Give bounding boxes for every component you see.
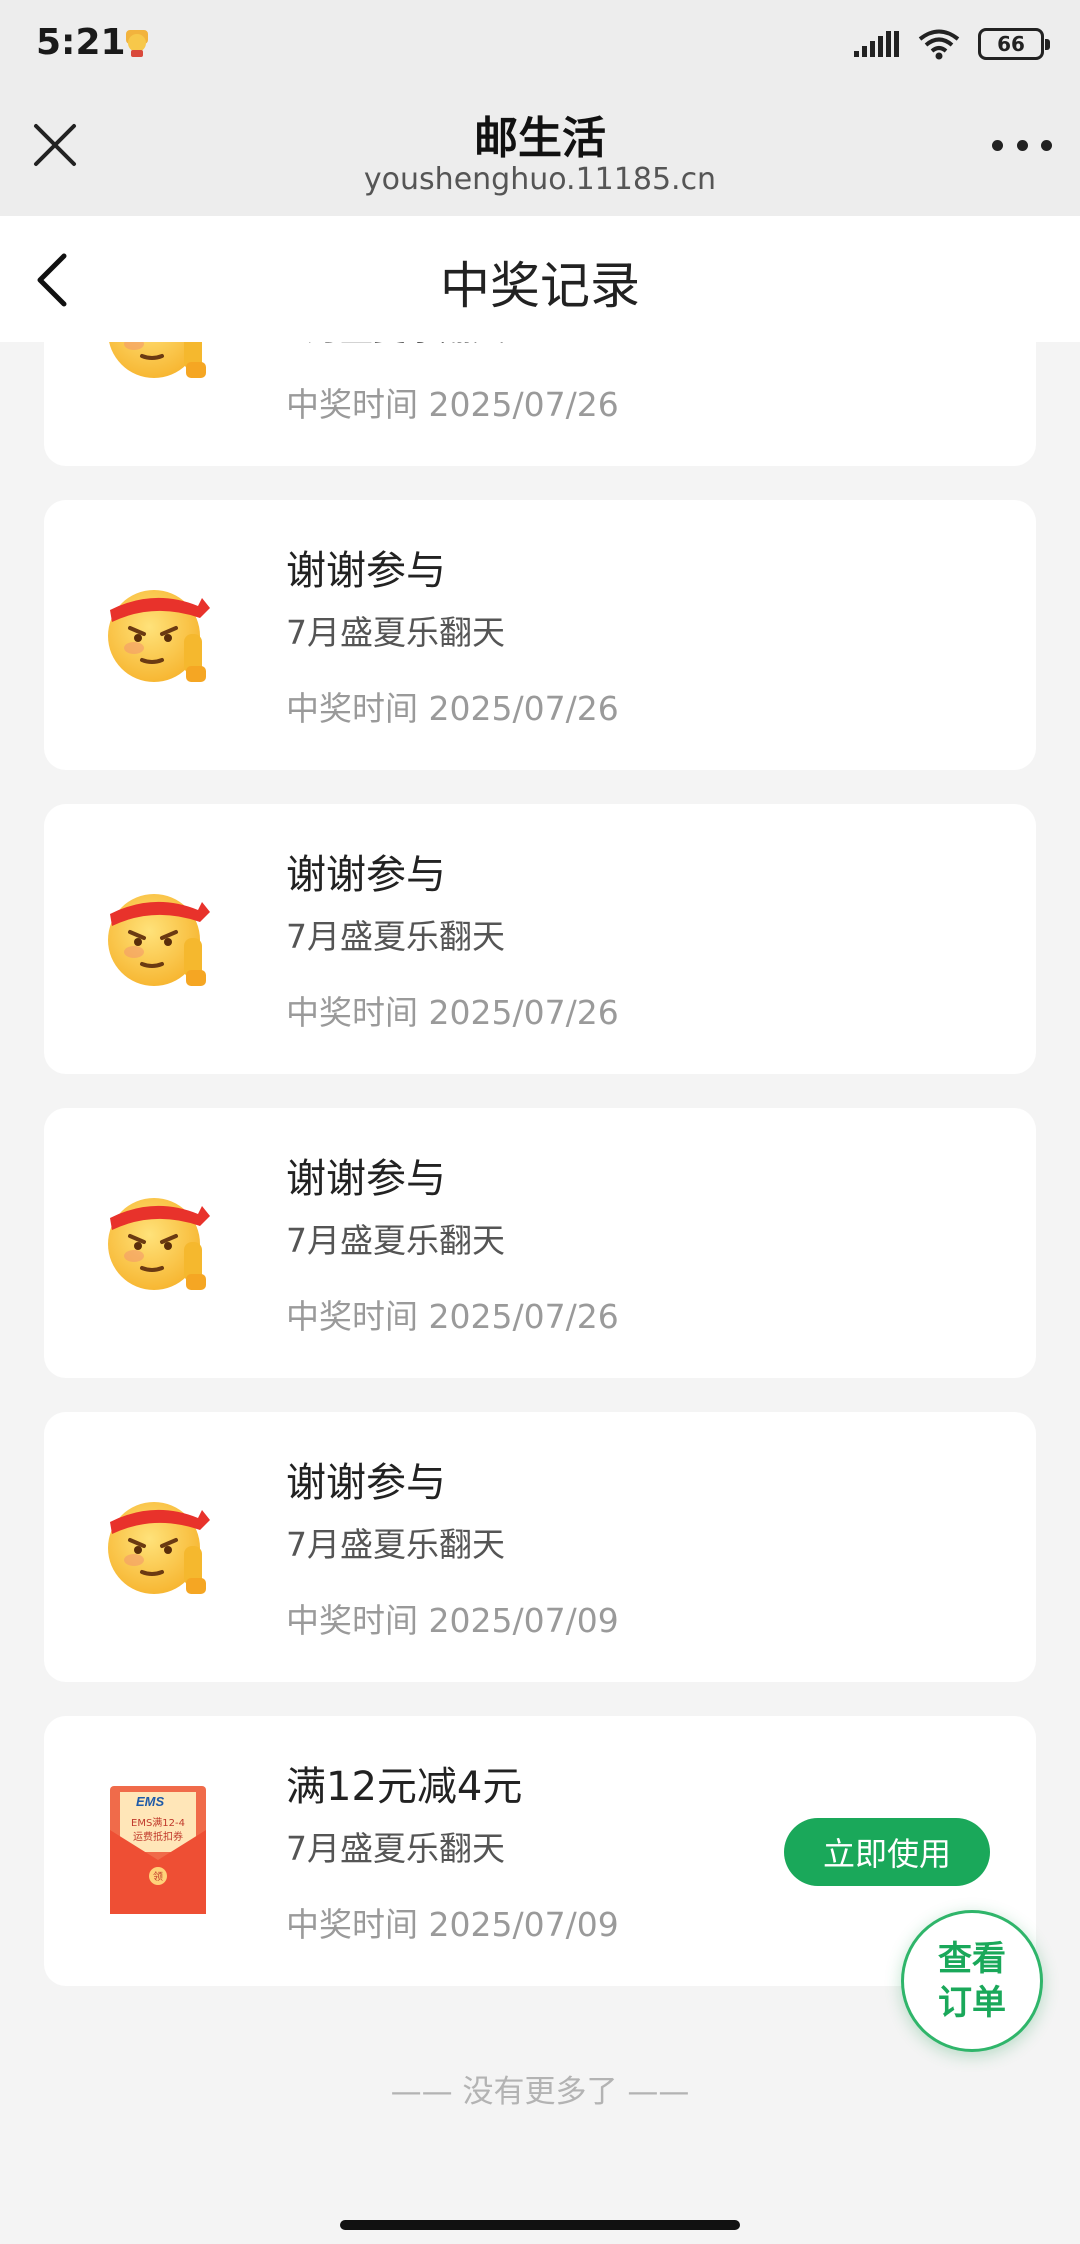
view-order-button[interactable]: 查看 订单 (901, 1910, 1043, 2052)
record-activity: 7月盛夏乐翻天 (286, 342, 505, 350)
record-card[interactable]: 谢谢参与7月盛夏乐翻天中奖时间 2025/07/26 (44, 342, 1036, 466)
salute-face-emoji-icon (109, 342, 206, 378)
record-card[interactable]: 谢谢参与 7月盛夏乐翻天中奖时间 2025/07/26 (44, 804, 1036, 1074)
record-time: 中奖时间 2025/07/26 (286, 689, 619, 728)
coupon-logo-text: EMS (136, 1794, 165, 1809)
salute-face-emoji-icon (108, 1502, 210, 1594)
record-card[interactable]: 谢谢参与 7月盛夏乐翻天中奖时间 2025/07/26 (44, 500, 1036, 770)
home-indicator[interactable] (340, 2220, 740, 2230)
record-activity: 7月盛夏乐翻天 (286, 1525, 505, 1564)
cellular-signal-icon (854, 31, 899, 57)
record-name: 谢谢参与 (286, 548, 446, 594)
use-now-button[interactable]: 立即使用 (784, 1818, 990, 1886)
record-card[interactable]: 谢谢参与 7月盛夏乐翻天中奖时间 2025/07/26 (44, 1108, 1036, 1378)
dot (1016, 139, 1028, 151)
more-dots-icon[interactable] (992, 130, 1052, 160)
trophy-emoji-icon (126, 30, 148, 57)
coupon-seal-text: 领 (153, 1870, 163, 1883)
coupon-text-2: 运费抵扣券 (133, 1830, 183, 1843)
web-title: 邮生活 (474, 113, 606, 164)
status-icons: 66 (854, 26, 1050, 62)
salute-face-emoji-icon (108, 1198, 210, 1290)
browser-header: 邮生活 youshenghuo.11185.cn (0, 90, 1080, 216)
record-time: 中奖时间 2025/07/09 (286, 1601, 619, 1640)
record-activity: 7月盛夏乐翻天 (286, 917, 505, 956)
ems-coupon-envelope-icon: EMS EMS满12-4运费抵扣券领 (110, 1786, 206, 1914)
home-indicator-area (0, 2202, 1080, 2244)
record-name: 谢谢参与 (286, 852, 446, 898)
web-url: youshenghuo.11185.cn (363, 162, 717, 197)
dot (1041, 139, 1052, 151)
record-name: 满12元减4元 (286, 1764, 523, 1810)
record-time: 中奖时间 2025/07/26 (286, 1297, 619, 1336)
end-of-list-text: —— 没有更多了 —— (390, 2074, 690, 2110)
dot (992, 139, 1003, 151)
coupon-text-1: EMS满12-4 (131, 1817, 185, 1829)
battery-indicator: 66 (978, 28, 1050, 60)
record-card[interactable]: EMS EMS满12-4 运费抵扣券领 满12元减4元 7月盛夏乐翻天中奖时间 2025… (44, 1716, 1036, 1986)
view-order-label-1: 查看 (938, 1939, 1006, 1979)
record-name: 谢谢参与 (286, 1156, 446, 1202)
record-time: 中奖时间 2025/07/09 (286, 1905, 619, 1944)
record-name: 谢谢参与 (286, 1460, 446, 1506)
record-list[interactable]: 谢谢参与7月盛夏乐翻天中奖时间 2025/07/26谢谢参与7月盛夏乐翻天中奖时… (0, 342, 1080, 2202)
wifi-icon (918, 29, 960, 60)
record-card[interactable]: 谢谢参与 7月盛夏乐翻天中奖时间 2025/07/09 (44, 1412, 1036, 1682)
record-activity: 7月盛夏乐翻天 (286, 1221, 505, 1260)
status-bar: 5:21 66 (0, 0, 1080, 90)
salute-face-emoji-icon (108, 590, 210, 682)
record-activity: 7月盛夏乐翻天 (286, 613, 505, 652)
status-time: 5:21 (36, 22, 126, 63)
record-time: 中奖时间 2025/07/26 (286, 993, 619, 1032)
view-order-label-2: 订单 (938, 1983, 1006, 2023)
page-title: 中奖记录 (440, 257, 640, 315)
salute-face-emoji-icon (108, 894, 210, 986)
page-header: 中奖记录 (0, 216, 1080, 342)
record-activity: 7月盛夏乐翻天 (286, 1829, 505, 1868)
record-time: 中奖时间 2025/07/26 (286, 385, 619, 424)
